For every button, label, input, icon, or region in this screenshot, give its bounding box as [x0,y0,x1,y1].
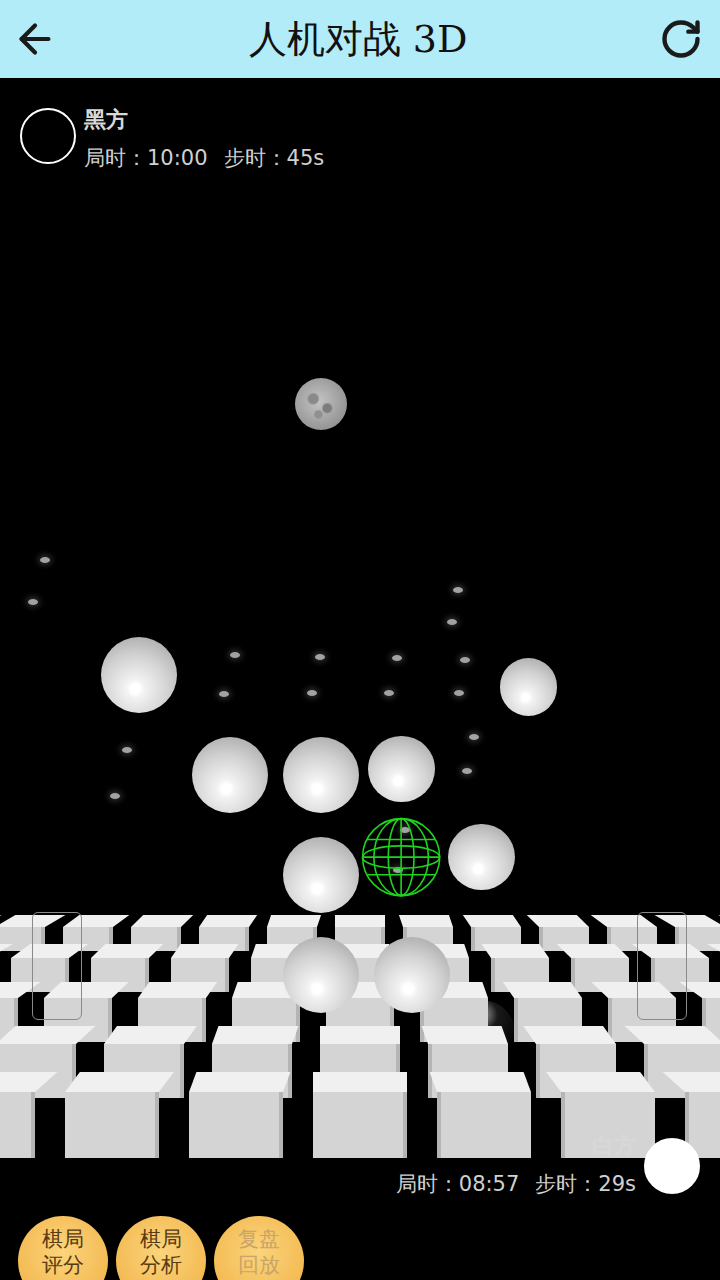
grid-point [122,747,132,753]
player-times: 局时：10:00 步时：45s [84,144,324,172]
restart-button[interactable] [656,14,706,64]
cursor-icon[interactable] [361,817,441,897]
board-block [430,1072,531,1158]
player-info: 黑方局时：10:00 步时：45s [84,108,324,172]
side-handle[interactable] [32,912,82,1020]
action-label: 棋局评分 [42,1226,84,1279]
white-stone [283,737,359,813]
white-stone [448,824,515,891]
grid-point [230,652,240,658]
white-stone [192,737,268,813]
restart-icon [659,17,703,61]
white-stone [374,937,450,1013]
grid-point [462,768,472,774]
action-label: 棋局分析 [140,1226,182,1279]
bottom-panel: 白方局时：08:57 步时：29s 棋局评分 棋局分析 复盘回放 [0,1134,720,1280]
white-stone [283,937,359,1013]
back-arrow-icon [12,16,58,62]
player-stone-icon [644,1138,700,1194]
side-handle[interactable] [637,912,687,1020]
white-stone [283,837,359,913]
black-player: 黑方局时：10:00 步时：45s [0,78,720,172]
grid-point [447,619,457,625]
grid-point [453,587,463,593]
white-player: 白方局时：08:57 步时：29s [0,1134,720,1198]
board-block [0,1072,57,1158]
action-button[interactable]: 复盘回放 [214,1216,304,1280]
player-times: 局时：08:57 步时：29s [396,1170,636,1198]
game-area: 黑方局时：10:00 步时：45s 白方局时：08:57 步时：29s 棋局评分 棋局分析… [0,78,720,1280]
header: 人机对战 3D [0,0,720,78]
white-stone [500,658,558,716]
board-scene[interactable] [0,78,720,1280]
grid-point [315,654,325,660]
game-screen: 人机对战 3D 黑方局时：10:00 步时：45s 白方局时：08:57 步时：29s 棋… [0,0,720,1280]
action-buttons: 棋局评分 棋局分析 复盘回放 [0,1216,720,1280]
grid-point [454,690,464,696]
player-stone-icon [20,108,76,164]
white-stone [101,637,177,713]
board-block [546,1072,655,1158]
player-name: 黑方 [84,108,128,132]
board-block [189,1072,290,1158]
game-time: 局时：08:57 [396,1170,520,1198]
grid-point [40,557,50,563]
player-info: 白方局时：08:57 步时：29s [396,1134,636,1198]
board-block [313,1072,407,1158]
grid-point [392,655,402,661]
grid-point [110,793,120,799]
player-name: 白方 [592,1134,636,1158]
white-stone [368,736,435,803]
move-time: 步时：29s [535,1170,636,1198]
grid-point [307,690,317,696]
action-button[interactable]: 棋局分析 [116,1216,206,1280]
grid-point [469,734,479,740]
board-block [65,1072,174,1158]
title: 人机对战 3D [249,14,468,65]
grid-point [384,690,394,696]
action-button[interactable]: 棋局评分 [18,1216,108,1280]
moon [295,378,347,430]
grid-point [28,599,38,605]
grid-point [460,657,470,663]
back-button[interactable] [10,14,60,64]
move-time: 步时：45s [224,144,325,172]
grid-point [219,691,229,697]
action-label: 复盘回放 [238,1226,280,1279]
game-time: 局时：10:00 [84,144,208,172]
